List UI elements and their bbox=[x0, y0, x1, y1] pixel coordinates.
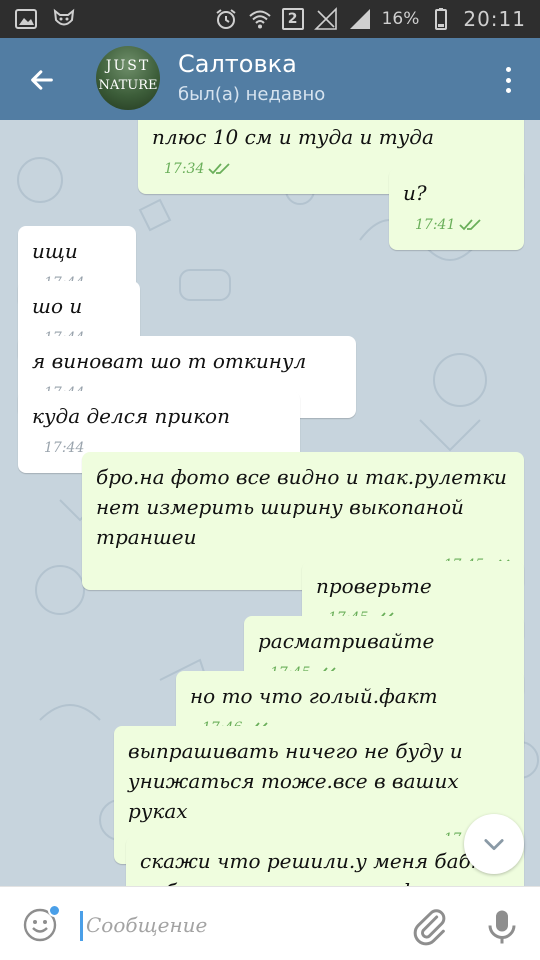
back-arrow-icon bbox=[31, 70, 53, 90]
fox-app-icon bbox=[52, 7, 76, 31]
chat-header: JUST NATURE Салтовка был(а) недавно bbox=[0, 38, 540, 120]
message-time: 17:41 bbox=[415, 216, 456, 233]
message-meta: 17:34 bbox=[164, 154, 230, 184]
message-text: скажи что решили.у меня бабк небо не поп… bbox=[140, 849, 498, 886]
text-caret bbox=[80, 911, 83, 941]
chat-last-seen: был(а) недавно bbox=[178, 84, 326, 105]
message-text: и? bbox=[403, 181, 427, 205]
chat-title[interactable]: Салтовка bbox=[178, 50, 297, 78]
message-input[interactable] bbox=[86, 905, 386, 945]
message-text: бро.на фото все видно и так.рулетки нет … bbox=[96, 465, 507, 549]
signal-no-service-icon bbox=[313, 7, 338, 31]
status-bar: 2 16% 20:11 bbox=[0, 0, 540, 38]
sim-2-icon: 2 bbox=[281, 8, 304, 30]
message-text: куда делся прикоп bbox=[32, 404, 230, 428]
gallery-icon bbox=[14, 7, 38, 31]
message-text: расматривайте bbox=[258, 629, 435, 653]
chevron-down-icon bbox=[484, 839, 504, 851]
clock: 20:11 bbox=[463, 7, 526, 31]
message-text: выпрашивать ничего не буду и унижаться т… bbox=[128, 739, 463, 823]
more-dot bbox=[505, 88, 511, 93]
message-meta: 17:41 bbox=[415, 210, 481, 240]
message-time: 17:34 bbox=[164, 160, 205, 177]
message-out[interactable]: и? 17:41 bbox=[389, 168, 524, 250]
battery-icon bbox=[429, 7, 453, 31]
message-time: 17:44 bbox=[44, 439, 85, 456]
double-check-icon bbox=[208, 162, 230, 174]
avatar-text-top: JUST bbox=[105, 58, 151, 74]
attach-icon[interactable] bbox=[410, 907, 450, 947]
message-list[interactable]: плюс 10 см и туда и туда 17:34 и? 17:41 … bbox=[0, 120, 540, 886]
mic-icon[interactable] bbox=[484, 907, 520, 947]
more-menu-button[interactable] bbox=[500, 64, 516, 96]
emoji-badge bbox=[48, 904, 61, 917]
message-text: проверьте bbox=[316, 574, 432, 598]
message-meta: 17:44 bbox=[44, 433, 84, 463]
signal-icon bbox=[348, 7, 372, 31]
avatar-text-bottom: NATURE bbox=[98, 78, 158, 93]
scroll-down-button[interactable] bbox=[464, 814, 524, 874]
message-text: плюс 10 см и туда и туда bbox=[152, 125, 434, 149]
avatar[interactable]: JUST NATURE bbox=[96, 46, 160, 110]
more-vertical-icon bbox=[505, 67, 511, 72]
message-text: ищи bbox=[32, 239, 78, 263]
message-text: шо и bbox=[32, 294, 83, 318]
composer bbox=[0, 886, 540, 960]
wifi-icon bbox=[248, 7, 272, 31]
back-button[interactable] bbox=[22, 60, 62, 100]
message-text: но то что голый.факт bbox=[190, 684, 438, 708]
double-check-icon bbox=[459, 218, 481, 230]
message-text: я виноват шо т откинул bbox=[32, 349, 307, 373]
alarm-icon bbox=[214, 7, 238, 31]
battery-percent: 16% bbox=[381, 9, 420, 29]
more-dot bbox=[505, 77, 511, 83]
